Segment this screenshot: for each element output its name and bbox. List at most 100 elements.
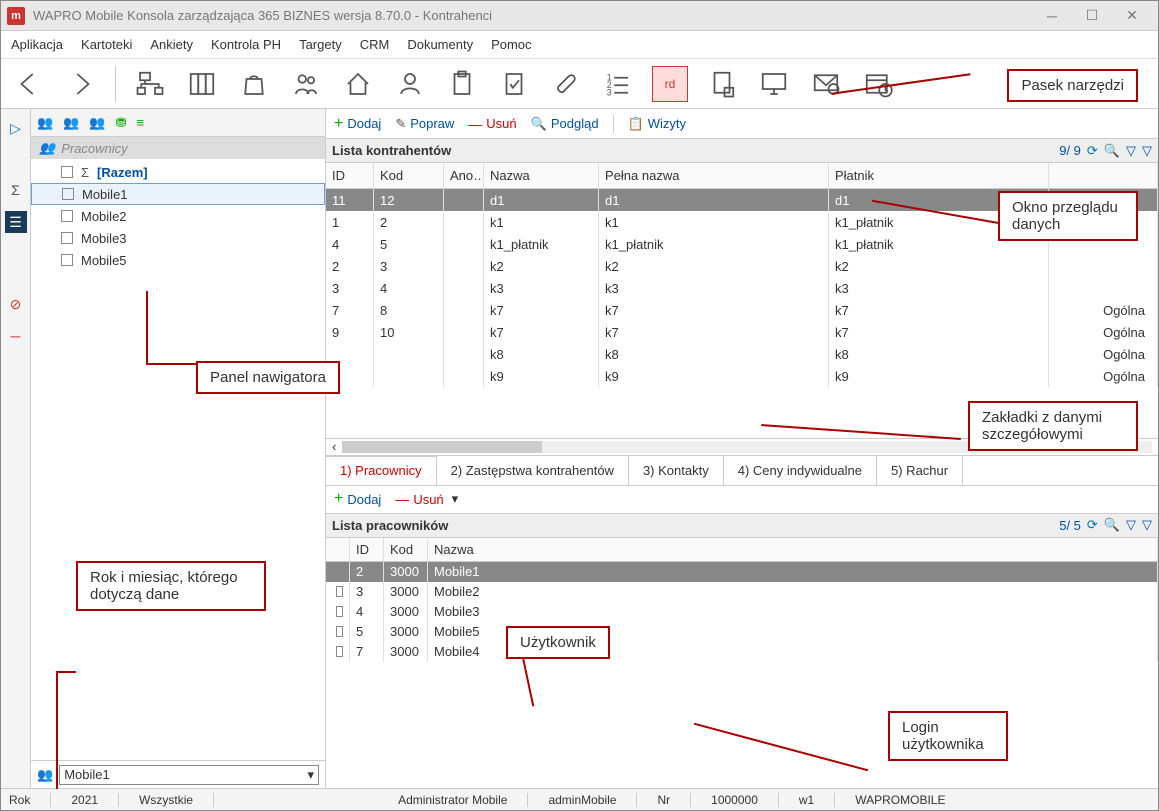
- visits-button[interactable]: 📋Wizyty: [628, 116, 686, 132]
- tree-item[interactable]: Mobile1: [31, 183, 325, 205]
- list-item[interactable]: 33000Mobile2: [326, 582, 1158, 602]
- window-title: WAPRO Mobile Konsola zarządzająca 365 BI…: [33, 8, 1032, 23]
- menu-crm[interactable]: CRM: [360, 37, 390, 52]
- callout-rok: Rok i miesiąc, którego dotyczą dane: [76, 561, 266, 611]
- callout-data: Okno przeglądu danych: [998, 191, 1138, 241]
- col-id[interactable]: ID: [326, 163, 374, 188]
- col-kod[interactable]: Kod: [374, 163, 444, 188]
- action-bar: +Dodaj ✎Popraw —Usuń 🔍Podgląd 📋Wizyty: [326, 109, 1158, 139]
- status-nr: 1000000: [711, 793, 779, 807]
- archive-icon[interactable]: [184, 66, 220, 102]
- wrench-icon[interactable]: [548, 66, 584, 102]
- subgrid-count: 5/ 5: [1059, 518, 1081, 533]
- nav-toolbar: 👥 👥 👥 ⛃ ≡: [31, 109, 325, 137]
- sub-filter-x-icon[interactable]: ▽: [1142, 517, 1152, 533]
- tab-rachunki[interactable]: 5) Rachur: [877, 456, 963, 485]
- table-row[interactable]: 34k3k3k3: [326, 277, 1158, 299]
- tree-item[interactable]: Mobile5: [31, 249, 325, 271]
- table-row[interactable]: 23k2k2k2: [326, 255, 1158, 277]
- filter-x-icon[interactable]: ▽: [1142, 143, 1152, 159]
- users-icon[interactable]: [288, 66, 324, 102]
- subgrid-title: Lista pracowników 5/ 5 ⟳ 🔍 ▽ ▽: [326, 514, 1158, 538]
- sub-del-button[interactable]: —Usuń▾: [395, 491, 458, 507]
- nav-fwd-icon[interactable]: [63, 66, 99, 102]
- list-item[interactable]: 73000Mobile4: [326, 642, 1158, 662]
- sub-refresh-icon[interactable]: ⟳: [1087, 517, 1098, 533]
- monitor-icon[interactable]: [756, 66, 792, 102]
- network-icon[interactable]: [132, 66, 168, 102]
- menu-pomoc[interactable]: Pomoc: [491, 37, 531, 52]
- nav-bottom-icon[interactable]: 👥: [37, 767, 53, 783]
- sub-search-icon[interactable]: 🔍: [1104, 517, 1120, 533]
- status-w1: w1: [799, 793, 835, 807]
- nav-tool-4[interactable]: ⛃: [116, 115, 127, 131]
- side-minus-icon[interactable]: ─: [5, 325, 27, 347]
- filter-icon[interactable]: ▽: [1126, 143, 1136, 159]
- menu-aplikacja[interactable]: Aplikacja: [11, 37, 63, 52]
- col-ano[interactable]: Ano…: [444, 163, 484, 188]
- list-item[interactable]: 53000Mobile5: [326, 622, 1158, 642]
- col-extra[interactable]: [1049, 163, 1158, 188]
- table-row[interactable]: 78k7k7k7Ogólna: [326, 299, 1158, 321]
- tab-kontakty[interactable]: 3) Kontakty: [629, 456, 724, 485]
- tree-root[interactable]: Σ [Razem]: [31, 161, 325, 183]
- bag-icon[interactable]: [236, 66, 272, 102]
- minimize-button[interactable]: ─: [1032, 2, 1072, 30]
- table-row[interactable]: k9k9k9Ogólna: [326, 365, 1158, 387]
- sub-add-button[interactable]: +Dodaj: [334, 490, 381, 508]
- nav-tool-2[interactable]: 👥: [63, 115, 79, 131]
- col-platnik[interactable]: Płatnik: [829, 163, 1049, 188]
- side-play-icon[interactable]: ▷: [5, 117, 27, 139]
- search-icon[interactable]: 🔍: [1104, 143, 1120, 159]
- side-sigma-icon[interactable]: Σ: [5, 179, 27, 201]
- nav-back-icon[interactable]: [11, 66, 47, 102]
- grid-count: 9/ 9: [1059, 143, 1081, 158]
- view-button[interactable]: 🔍Podgląd: [531, 116, 599, 132]
- side-icons: ▷ Σ ☰ ⊘ ─: [1, 109, 31, 788]
- close-button[interactable]: ✕: [1112, 2, 1152, 30]
- tab-pracownicy[interactable]: 1) Pracownicy: [326, 456, 437, 485]
- list-item[interactable]: 23000Mobile1: [326, 562, 1158, 582]
- side-stop-icon[interactable]: ⊘: [5, 293, 27, 315]
- nav-combo[interactable]: Mobile1▾: [59, 765, 319, 785]
- menu-targety[interactable]: Targety: [299, 37, 342, 52]
- tab-zastepstwa[interactable]: 2) Zastępstwa kontrahentów: [437, 456, 629, 485]
- maximize-button[interactable]: ☐: [1072, 2, 1112, 30]
- menu-ankiety[interactable]: Ankiety: [150, 37, 193, 52]
- rd-icon[interactable]: rd: [652, 66, 688, 102]
- delete-button[interactable]: —Usuń: [468, 116, 516, 132]
- doc-icon[interactable]: [704, 66, 740, 102]
- table-row[interactable]: k8k8k8Ogólna: [326, 343, 1158, 365]
- nav-tool-1[interactable]: 👥: [37, 115, 53, 131]
- status-rok: 2021: [71, 793, 119, 807]
- clipboard-icon[interactable]: [444, 66, 480, 102]
- tree-item[interactable]: Mobile3: [31, 227, 325, 249]
- callout-user: Użytkownik: [506, 626, 610, 659]
- clipboard-check-icon[interactable]: [496, 66, 532, 102]
- col-pelna[interactable]: Pełna nazwa: [599, 163, 829, 188]
- col-nazwa[interactable]: Nazwa: [484, 163, 599, 188]
- add-button[interactable]: +Dodaj: [334, 115, 381, 133]
- edit-button[interactable]: ✎Popraw: [395, 116, 454, 132]
- list-icon[interactable]: 123: [600, 66, 636, 102]
- refresh-icon[interactable]: ⟳: [1087, 143, 1098, 159]
- mail-icon[interactable]: [808, 66, 844, 102]
- grid-header: ID Kod Ano… Nazwa Pełna nazwa Płatnik: [326, 163, 1158, 189]
- app-icon: m: [7, 7, 25, 25]
- tree-item[interactable]: Mobile2: [31, 205, 325, 227]
- callout-nav: Panel nawigatora: [196, 361, 340, 394]
- home-icon[interactable]: [340, 66, 376, 102]
- menu-kartoteki[interactable]: Kartoteki: [81, 37, 132, 52]
- tab-ceny[interactable]: 4) Ceny indywidualne: [724, 456, 877, 485]
- nav-tool-3[interactable]: 👥: [89, 115, 105, 131]
- menu-kontrola-ph[interactable]: Kontrola PH: [211, 37, 281, 52]
- nav-header: 👥Pracownicy: [31, 137, 325, 159]
- side-list-icon[interactable]: ☰: [5, 211, 27, 233]
- sub-filter-icon[interactable]: ▽: [1126, 517, 1136, 533]
- table-row[interactable]: 910k7k7k7Ogólna: [326, 321, 1158, 343]
- menu-dokumenty[interactable]: Dokumenty: [407, 37, 473, 52]
- list-item[interactable]: 43000Mobile3: [326, 602, 1158, 622]
- grid-title: Lista kontrahentów 9/ 9 ⟳ 🔍 ▽ ▽: [326, 139, 1158, 163]
- nav-tool-5[interactable]: ≡: [136, 115, 144, 130]
- user-icon[interactable]: [392, 66, 428, 102]
